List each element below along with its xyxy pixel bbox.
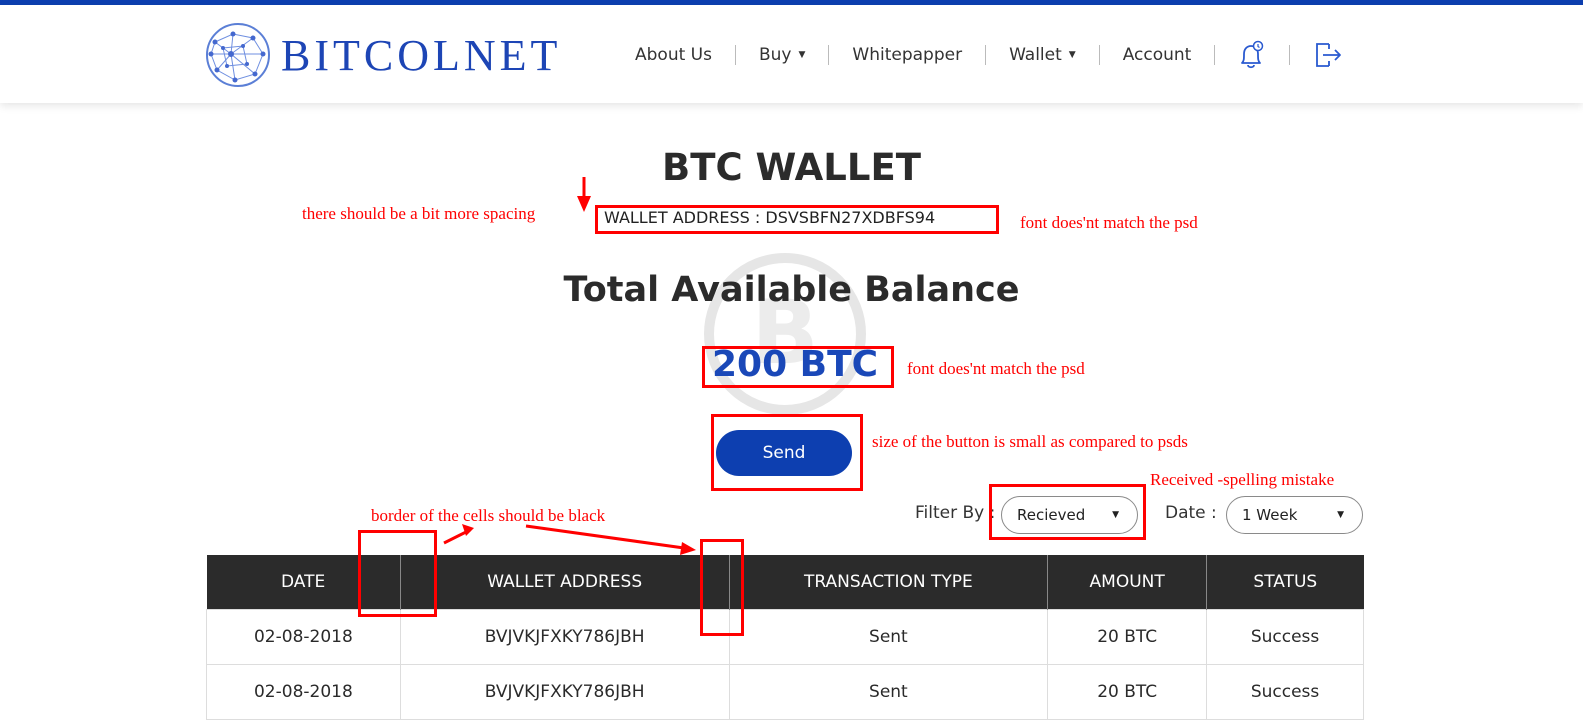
cell-type: Sent	[728, 663, 1049, 720]
annotation-button-size: size of the button is small as compared …	[872, 432, 1188, 451]
cell-status: Success	[1206, 663, 1364, 720]
filter-by-label: Filter By :	[915, 503, 996, 523]
nav-label: About Us	[635, 45, 712, 65]
date-select[interactable]: 1 Week ▼	[1226, 496, 1363, 534]
arrow-right-icon	[525, 524, 685, 550]
nav-about-us[interactable]: About Us	[612, 45, 735, 65]
header-amount: AMOUNT	[1047, 555, 1207, 609]
cell-date: 02-08-2018	[206, 608, 401, 665]
nav-wallet-dropdown[interactable]: Wallet ▼	[986, 45, 1099, 65]
annotation-spelling: Received -spelling mistake	[1150, 470, 1335, 489]
caret-down-icon: ▼	[1068, 50, 1076, 60]
header-transaction-type: TRANSACTION TYPE	[728, 555, 1048, 609]
navbar: BITCOLNET About Us Buy ▼ Whitepapper Wall…	[0, 5, 1583, 103]
date-select-value: 1 Week	[1242, 506, 1298, 524]
page-title: BTC WALLET	[662, 146, 921, 189]
nav-label: Account	[1122, 45, 1192, 65]
annotation-border: border of the cells should be black	[371, 506, 606, 525]
cell-date: 02-08-2018	[206, 663, 401, 720]
annotation-font-address: font does'nt match the psd	[1020, 213, 1198, 232]
cell-amount: 20 BTC	[1047, 663, 1208, 720]
cell-address: BVJVKJFXKY786JBH	[399, 663, 730, 720]
cell-amount: 20 BTC	[1047, 608, 1208, 665]
table-row: 02-08-2018 BVJVKJFXKY786JBH Sent 20 BTC …	[206, 608, 1364, 665]
arrow-left-icon	[443, 528, 471, 545]
caret-down-icon: ▼	[1337, 510, 1344, 520]
nav-whitepaper[interactable]: Whitepapper	[829, 45, 985, 65]
brand-name: BITCOLNET	[281, 30, 562, 80]
date-label: Date :	[1165, 503, 1217, 523]
annotation-box-filter	[989, 484, 1146, 540]
arrowhead-icon	[577, 196, 591, 212]
nav-buy-dropdown[interactable]: Buy ▼	[736, 45, 828, 65]
annotation-box-border-2	[700, 539, 744, 636]
header-status: STATUS	[1206, 555, 1364, 609]
logout-button[interactable]	[1290, 40, 1366, 70]
arrowhead-icon	[680, 542, 696, 555]
annotation-spacing: there should be a bit more spacing	[302, 204, 536, 223]
cell-status: Success	[1206, 608, 1364, 665]
annotation-font-balance: font does'nt match the psd	[907, 359, 1085, 378]
caret-down-icon: ▼	[798, 50, 806, 60]
logo[interactable]: BITCOLNET	[203, 19, 578, 91]
balance-title: Total Available Balance	[563, 270, 1020, 310]
main-nav: About Us Buy ▼ Whitepapper Wallet ▼ Accoun…	[612, 35, 1366, 75]
nav-label: Whitepapper	[852, 45, 963, 65]
nav-account[interactable]: Account	[1100, 45, 1215, 65]
bell-icon	[1241, 40, 1264, 69]
globe-network-icon	[206, 23, 270, 87]
annotation-box-balance	[702, 346, 894, 388]
notifications-button[interactable]	[1215, 39, 1289, 71]
cell-type: Sent	[728, 608, 1049, 665]
nav-label: Wallet	[1009, 45, 1062, 65]
annotation-box-send	[711, 414, 863, 491]
table-row: 02-08-2018 BVJVKJFXKY786JBH Sent 20 BTC …	[206, 663, 1364, 720]
nav-label: Buy	[758, 45, 792, 65]
header-wallet-address: WALLET ADDRESS	[399, 555, 730, 609]
annotation-box-border-1	[358, 530, 437, 617]
annotation-box-address	[595, 205, 999, 234]
cell-address: BVJVKJFXKY786JBH	[399, 608, 730, 665]
logout-icon	[1316, 43, 1342, 67]
